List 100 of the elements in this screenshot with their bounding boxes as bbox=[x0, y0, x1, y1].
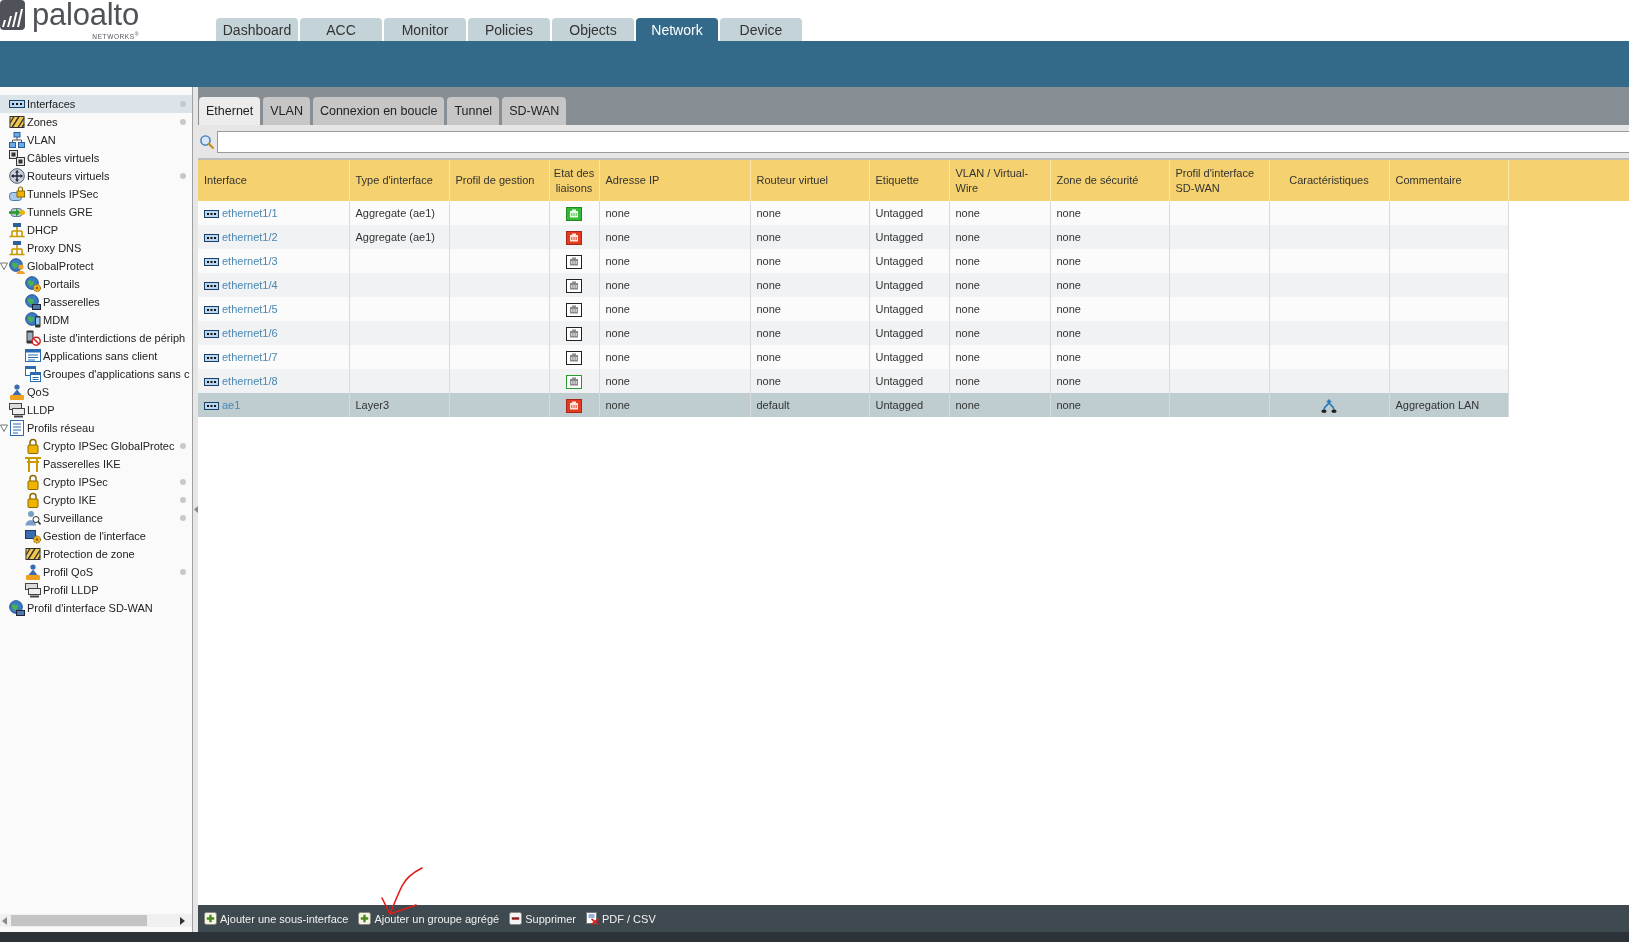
table-row[interactable]: ethernet1/1 Aggregate (ae1) none none Untagged none none bbox=[198, 201, 1508, 225]
splitter-bar[interactable] bbox=[192, 87, 198, 932]
table-cell: Untagged bbox=[869, 273, 949, 297]
sidebar-item[interactable]: Profils réseau bbox=[0, 419, 192, 437]
sidebar-item[interactable]: Proxy DNS bbox=[0, 239, 192, 257]
table-cell: none bbox=[949, 393, 1050, 417]
table-row[interactable]: ae1 Layer3 none default Untagged none none Aggregation LAN bbox=[198, 393, 1508, 417]
sidebar-item[interactable]: DHCP bbox=[0, 221, 192, 239]
sidebar-item[interactable]: GlobalProtect bbox=[0, 257, 192, 275]
nav-tab[interactable]: Device bbox=[720, 18, 802, 41]
table-cell: Aggregation LAN bbox=[1389, 393, 1508, 417]
ethernet-port-icon bbox=[204, 353, 219, 362]
nav-tab[interactable]: Objects bbox=[552, 18, 634, 41]
sidebar-item[interactable]: Passerelles IKE bbox=[0, 455, 192, 473]
connector-icon bbox=[9, 240, 25, 256]
sidebar-item[interactable]: MDM bbox=[0, 311, 192, 329]
table-cell: none bbox=[949, 321, 1050, 345]
sidebar-item[interactable]: Câbles virtuels bbox=[0, 149, 192, 167]
table-row[interactable]: ethernet1/5 none none Untagged none none bbox=[198, 297, 1508, 321]
table-cell: none bbox=[1050, 369, 1169, 393]
sidebar-item[interactable]: Interfaces bbox=[0, 95, 192, 113]
table-cell: none bbox=[949, 345, 1050, 369]
sidebar-item[interactable]: Tunnels IPSec bbox=[0, 185, 192, 203]
connector-icon bbox=[9, 222, 25, 238]
table-cell: none bbox=[1050, 297, 1169, 321]
table-cell: none bbox=[599, 393, 750, 417]
export-button[interactable]: PDF / CSV bbox=[583, 908, 658, 929]
table-cell: none bbox=[599, 321, 750, 345]
ethernet-port-icon bbox=[204, 401, 219, 410]
sidebar-item[interactable]: Routeurs virtuels bbox=[0, 167, 192, 185]
sidebar-item[interactable]: Profil QoS bbox=[0, 563, 192, 581]
nav-tab[interactable]: Dashboard bbox=[216, 18, 298, 41]
ethernet-port-icon bbox=[204, 257, 219, 266]
sidebar-item[interactable]: Protection de zone bbox=[0, 545, 192, 563]
scroll-right-arrow[interactable] bbox=[180, 916, 185, 925]
table-cell: none bbox=[750, 297, 869, 321]
table-cell: none bbox=[750, 201, 869, 225]
tab[interactable]: Tunnel bbox=[447, 97, 500, 125]
sidebar-item[interactable]: Liste d'interdictions de périph bbox=[0, 329, 192, 347]
sidebar-item[interactable]: Crypto IPSec bbox=[0, 473, 192, 491]
sidebar-item[interactable]: Profil d'interface SD-WAN bbox=[0, 599, 192, 617]
table-cell: Untagged bbox=[869, 321, 949, 345]
table-row[interactable]: ethernet1/8 none none Untagged none none bbox=[198, 369, 1508, 393]
collapse-arrow-icon[interactable] bbox=[193, 506, 198, 513]
person-icon bbox=[9, 384, 25, 400]
network-icon bbox=[9, 132, 25, 148]
table-row[interactable]: ethernet1/3 none none Untagged none none bbox=[198, 249, 1508, 273]
add-button[interactable]: Ajouter une sous-interface bbox=[202, 908, 351, 929]
tab[interactable]: Ethernet bbox=[199, 97, 261, 125]
sidebar-item[interactable]: Crypto IKE bbox=[0, 491, 192, 509]
plus-icon bbox=[358, 912, 372, 925]
barrier-icon bbox=[25, 546, 41, 562]
globe-phone-icon bbox=[25, 312, 41, 328]
globe-user-icon bbox=[9, 258, 25, 274]
sidebar-item[interactable]: Tunnels GRE bbox=[0, 203, 192, 221]
globe-icon bbox=[9, 600, 25, 616]
nav-tab[interactable]: Network bbox=[636, 18, 718, 41]
table-cell: none bbox=[949, 273, 1050, 297]
table-row[interactable]: ethernet1/6 none none Untagged none none bbox=[198, 321, 1508, 345]
sidebar-item[interactable]: LLDP bbox=[0, 401, 192, 419]
ethernet-port-icon bbox=[204, 305, 219, 314]
table-cell: none bbox=[1050, 273, 1169, 297]
search-field[interactable] bbox=[217, 130, 1629, 153]
router-icon bbox=[9, 168, 25, 184]
person-icon bbox=[25, 564, 41, 580]
table-cell: Untagged bbox=[869, 225, 949, 249]
sidebar-item[interactable]: Applications sans client bbox=[0, 347, 192, 365]
sidebar-item[interactable]: QoS bbox=[0, 383, 192, 401]
horizontal-scrollbar[interactable] bbox=[0, 914, 192, 927]
nav-tab[interactable]: Policies bbox=[468, 18, 550, 41]
sidebar-item[interactable]: Passerelles bbox=[0, 293, 192, 311]
delete-button[interactable]: Supprimer bbox=[507, 908, 578, 929]
add-button[interactable]: Ajouter un groupe agrégé bbox=[356, 908, 502, 929]
scroll-left-arrow[interactable] bbox=[2, 916, 7, 925]
sidebar-item[interactable]: Groupes d'applications sans c bbox=[0, 365, 192, 383]
table-row[interactable]: ethernet1/4 none none Untagged none none bbox=[198, 273, 1508, 297]
nav-tab[interactable]: Monitor bbox=[384, 18, 466, 41]
linked-boxes-icon bbox=[9, 150, 25, 166]
sidebar-item[interactable]: Crypto IPSec GlobalProtec bbox=[0, 437, 192, 455]
tab[interactable]: Connexion en boucle bbox=[312, 97, 445, 125]
scrollbar-thumb[interactable] bbox=[11, 915, 147, 926]
sidebar-item[interactable]: Surveillance bbox=[0, 509, 192, 527]
tunnel-lock-icon bbox=[9, 186, 25, 202]
padlock-icon bbox=[25, 492, 41, 508]
ethernet-port-icon bbox=[204, 329, 219, 338]
nav-tab[interactable]: ACC bbox=[300, 18, 382, 41]
search-icon bbox=[200, 134, 214, 149]
sidebar-item[interactable]: Gestion de l'interface bbox=[0, 527, 192, 545]
table-row[interactable]: ethernet1/7 none none Untagged none none bbox=[198, 345, 1508, 369]
tab[interactable]: SD-WAN bbox=[502, 97, 567, 125]
sidebar-item[interactable]: VLAN bbox=[0, 131, 192, 149]
table-row[interactable]: ethernet1/2 Aggregate (ae1) none none Untagged none none bbox=[198, 225, 1508, 249]
expander-icon[interactable] bbox=[0, 424, 8, 432]
sidebar-item[interactable]: Portails bbox=[0, 275, 192, 293]
device-stack-icon bbox=[25, 582, 41, 598]
sidebar-item[interactable]: Profil LLDP bbox=[0, 581, 192, 599]
expander-icon[interactable] bbox=[0, 262, 8, 270]
tab[interactable]: VLAN bbox=[263, 97, 310, 125]
table-cell: none bbox=[599, 201, 750, 225]
sidebar-item[interactable]: Zones bbox=[0, 113, 192, 131]
